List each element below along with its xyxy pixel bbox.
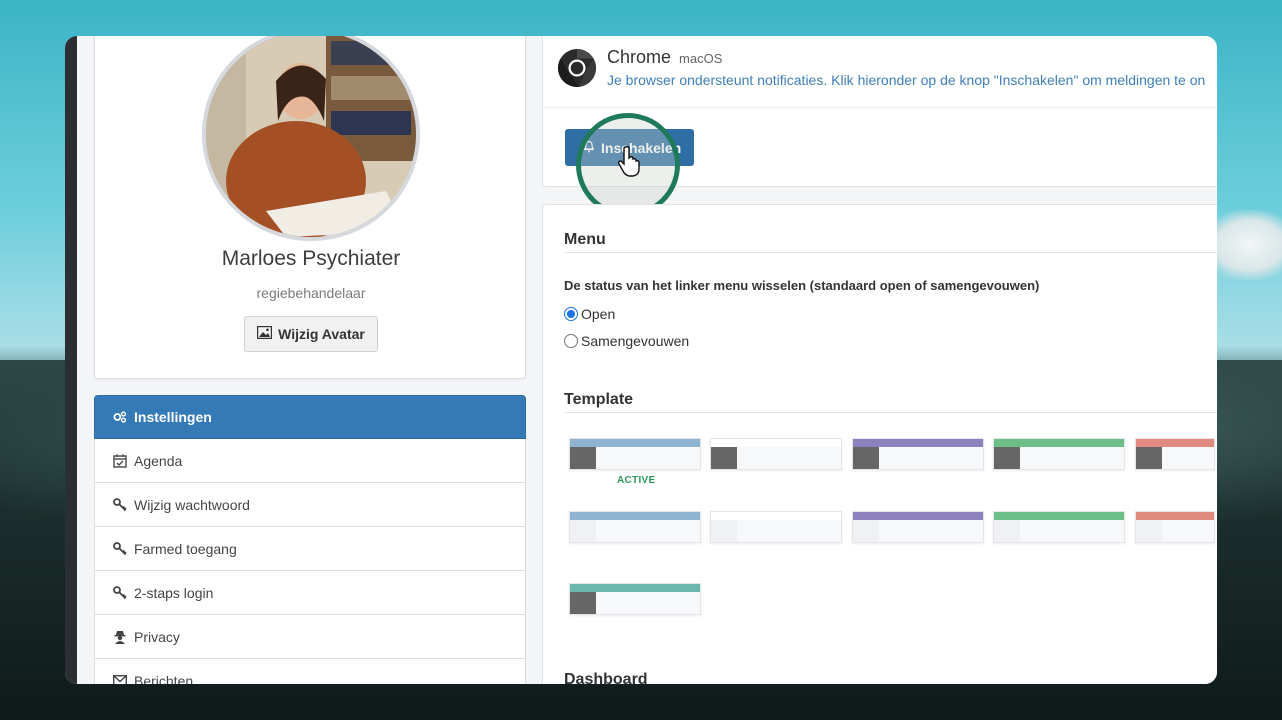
key-icon [113, 497, 127, 512]
user-secret-icon [113, 630, 127, 644]
menu-item-2-staps-login[interactable]: 2-staps login [94, 571, 526, 615]
template-option[interactable] [852, 438, 984, 470]
gears-icon [113, 410, 127, 424]
radio-button[interactable] [564, 307, 578, 321]
profile-role: regiebehandelaar [256, 285, 366, 301]
settings-menu: Instellingen Agenda Wijzig wachtwoord Fa… [94, 395, 526, 684]
menu-item-privacy[interactable]: Privacy [94, 615, 526, 659]
template-section-title: Template [564, 391, 634, 408]
template-option[interactable] [1135, 511, 1215, 543]
template-option[interactable] [569, 583, 701, 615]
key-icon [113, 585, 127, 600]
menu-item-label: Agenda [134, 452, 183, 469]
menu-description: De status van het linker menu wisselen (… [564, 278, 1040, 293]
key-icon [113, 541, 127, 556]
menu-item-wijzig-wachtwoord[interactable]: Wijzig wachtwoord [94, 483, 526, 527]
divider [564, 252, 1217, 253]
app-window: Marloes Psychiater regiebehandelaar Wijz… [65, 36, 1217, 684]
menu-item-instellingen[interactable]: Instellingen [94, 395, 526, 439]
main-content: Chrome macOS Je browser ondersteunt noti… [542, 36, 1217, 684]
avatar-photo [206, 36, 416, 237]
template-option[interactable] [852, 511, 984, 543]
divider [543, 107, 1217, 108]
template-option[interactable] [993, 438, 1125, 470]
envelope-icon [113, 674, 127, 684]
profile-name: Marloes Psychiater [221, 247, 401, 270]
menu-item-label: Instellingen [134, 409, 212, 425]
browser-name: Chrome macOS [607, 47, 722, 68]
menu-item-berichten[interactable]: Berichten [94, 659, 526, 684]
profile-sidebar: Marloes Psychiater regiebehandelaar Wijz… [94, 36, 526, 684]
radio-samengevouwen[interactable]: Samengevouwen [564, 333, 689, 349]
menu-item-label: Farmed toegang [134, 540, 237, 557]
radio-button[interactable] [564, 334, 578, 348]
left-nav-strip [65, 36, 77, 684]
template-option[interactable] [569, 438, 701, 470]
dashboard-section-title: Dashboard [564, 671, 648, 684]
template-option[interactable] [1135, 438, 1215, 470]
calendar-check-icon [113, 454, 127, 468]
notification-card: Chrome macOS Je browser ondersteunt noti… [542, 36, 1217, 217]
radio-label: Open [581, 306, 616, 322]
menu-item-label: Privacy [134, 628, 180, 645]
change-avatar-label: Wijzig Avatar [278, 326, 365, 342]
change-avatar-button[interactable]: Wijzig Avatar [244, 316, 378, 352]
divider [564, 412, 1217, 413]
menu-item-agenda[interactable]: Agenda [94, 439, 526, 483]
active-template-label: ACTIVE [617, 475, 656, 486]
template-option[interactable] [710, 511, 842, 543]
menu-section-title: Menu [564, 231, 606, 248]
menu-item-label: Wijzig wachtwoord [134, 496, 250, 513]
browser-os: macOS [679, 51, 723, 66]
hand-cursor-icon [618, 145, 640, 177]
radio-open[interactable]: Open [564, 306, 615, 322]
radio-label: Samengevouwen [581, 333, 690, 349]
menu-item-label: 2-staps login [134, 584, 214, 601]
chrome-icon [557, 48, 597, 88]
settings-card: Menu De status van het linker menu wisse… [542, 204, 1217, 684]
template-option[interactable] [710, 438, 842, 470]
browser-label: Chrome [607, 47, 672, 67]
template-option[interactable] [993, 511, 1125, 543]
menu-item-farmed-toegang[interactable]: Farmed toegang [94, 527, 526, 571]
profile-card: Marloes Psychiater regiebehandelaar Wijz… [94, 36, 526, 379]
notification-message: Je browser ondersteunt notificaties. Kli… [607, 72, 1206, 88]
avatar [202, 36, 420, 241]
template-option[interactable] [569, 511, 701, 543]
menu-item-label: Berichten [134, 672, 194, 685]
image-icon [256, 325, 273, 342]
